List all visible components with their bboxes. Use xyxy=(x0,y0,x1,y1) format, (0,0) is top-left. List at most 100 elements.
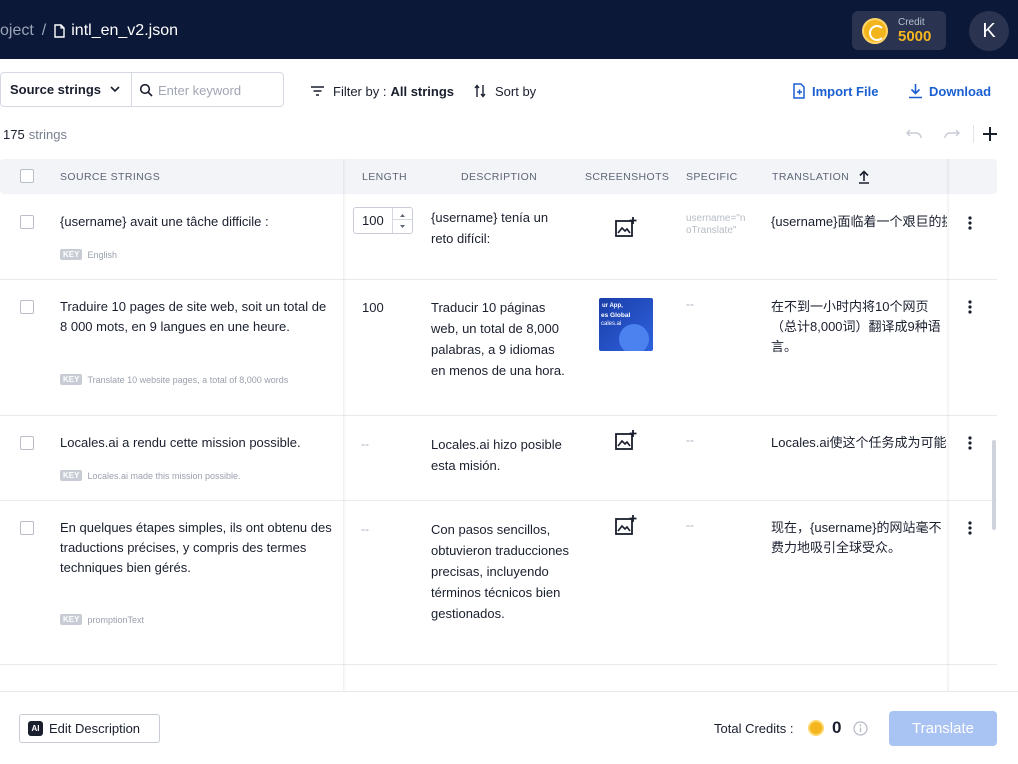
column-shadow xyxy=(343,159,346,691)
description-text[interactable]: Traducir 10 páginas web, un total de 8,0… xyxy=(431,297,571,381)
description-text[interactable]: Con pasos sencillos, obtuvieron traducci… xyxy=(431,519,571,624)
filter-button[interactable]: Filter by : All strings xyxy=(310,82,454,100)
translation-text[interactable]: {username}面临着一个艰巨的挑战： xyxy=(771,212,947,232)
sort-upload-icon[interactable] xyxy=(858,170,870,184)
key-label: KEY English xyxy=(60,249,117,260)
filter-label: Filter by : xyxy=(333,83,387,99)
add-image-icon[interactable] xyxy=(614,216,638,238)
length-stepper[interactable]: 100 xyxy=(353,207,413,234)
string-count-number: 175 xyxy=(3,127,25,142)
description-text[interactable]: Locales.ai hizo posible esta misión. xyxy=(431,434,571,476)
description-text[interactable]: {username} tenía un reto difícil: xyxy=(431,207,571,249)
import-file-button[interactable]: Import File xyxy=(792,82,878,100)
credit-label: Credit xyxy=(898,17,925,28)
credit-box[interactable]: Credit 5000 xyxy=(852,11,946,50)
length-value[interactable]: 100 xyxy=(362,213,384,228)
edit-description-button[interactable]: AI Edit Description xyxy=(19,714,160,743)
more-vertical-icon[interactable] xyxy=(966,435,974,451)
top-bar: oject / intl_en_v2.json Credit 5000 K xyxy=(0,0,1018,59)
caret-down-icon xyxy=(400,225,405,228)
specific-value: username="noTranslate" xyxy=(686,213,746,236)
redo-icon[interactable] xyxy=(943,127,961,141)
avatar[interactable]: K xyxy=(969,11,1009,51)
length-value[interactable]: -- xyxy=(361,522,369,536)
coin-icon xyxy=(808,720,824,736)
more-vertical-icon[interactable] xyxy=(966,215,974,231)
select-all-checkbox[interactable] xyxy=(20,169,34,183)
key-tag: KEY xyxy=(60,614,83,625)
total-credits-value: 0 xyxy=(832,718,842,737)
stepper-up-button[interactable] xyxy=(393,208,412,220)
translate-button[interactable]: Translate xyxy=(889,711,997,746)
search-input[interactable]: Enter keyword xyxy=(158,83,241,98)
translation-text[interactable]: 在不到一小时内将10个网页（总计8,000词）翻译成9种语言。 xyxy=(771,297,947,357)
breadcrumb-project[interactable]: oject xyxy=(0,22,34,40)
translation-text[interactable]: 现在，{username}的网站毫不费力地吸引全球受众。 xyxy=(771,518,947,558)
screenshot-thumbnail[interactable]: ur App, es Global cales.ai xyxy=(599,298,653,351)
specific-value: -- xyxy=(686,518,694,532)
string-count-word: strings xyxy=(28,127,67,142)
key-label: KEY Locales.ai made this mission possible… xyxy=(60,470,241,481)
length-value[interactable]: -- xyxy=(361,437,369,451)
download-button[interactable]: Download xyxy=(908,82,991,100)
download-icon xyxy=(909,84,922,99)
more-vertical-icon[interactable] xyxy=(966,299,974,315)
file-name: intl_en_v2.json xyxy=(71,22,178,39)
table-header: SOURCE STRINGS LENGTH DESCRIPTION SCREEN… xyxy=(0,159,997,194)
import-icon xyxy=(793,83,805,99)
key-value: Translate 10 website pages, a total of 8… xyxy=(87,374,289,385)
key-value: English xyxy=(87,249,117,260)
import-file-label: Import File xyxy=(812,83,879,99)
translation-text[interactable]: Locales.ai使这个任务成为可能。 xyxy=(771,433,947,453)
coin-icon xyxy=(862,18,888,44)
undo-icon[interactable] xyxy=(905,127,923,141)
thumbnail-text-line: es Global xyxy=(601,312,631,319)
row-divider xyxy=(0,664,997,665)
row-checkbox[interactable] xyxy=(20,300,34,314)
column-header-specific: SPECIFIC xyxy=(686,171,738,183)
info-icon[interactable] xyxy=(853,721,868,736)
source-string[interactable]: En quelques étapes simples, ils ont obte… xyxy=(60,518,332,578)
sort-icon xyxy=(474,84,486,98)
breadcrumb-separator: / xyxy=(41,22,47,39)
key-label: KEY Translate 10 website pages, a total o… xyxy=(60,374,288,385)
source-select[interactable]: Source strings xyxy=(10,82,101,97)
row-checkbox[interactable] xyxy=(20,521,34,535)
credit-value: 5000 xyxy=(898,28,932,45)
key-label: KEY promptionText xyxy=(60,614,144,625)
sort-button[interactable]: Sort by xyxy=(474,82,536,100)
length-value[interactable]: 100 xyxy=(362,300,384,315)
column-header-translation[interactable]: TRANSLATION xyxy=(772,171,849,183)
divider xyxy=(131,73,132,106)
sort-label: Sort by xyxy=(495,83,537,99)
row-divider xyxy=(0,415,997,416)
column-header-length: LENGTH xyxy=(362,171,407,183)
filter-value: All strings xyxy=(390,83,455,99)
divider xyxy=(973,125,974,143)
source-string[interactable]: {username} avait une tâche difficile : xyxy=(60,212,332,232)
stepper-down-button[interactable] xyxy=(393,220,412,232)
column-shadow xyxy=(946,159,949,691)
edit-description-label: Edit Description xyxy=(49,721,141,736)
row-checkbox[interactable] xyxy=(20,436,34,450)
breadcrumb: oject / intl_en_v2.json xyxy=(0,21,178,41)
thumbnail-text-line: cales.ai xyxy=(601,321,622,327)
vertical-scrollbar[interactable] xyxy=(992,440,996,530)
thumbnail-text-line: ur App, xyxy=(602,303,623,309)
source-string[interactable]: Locales.ai a rendu cette mission possibl… xyxy=(60,433,332,453)
add-icon[interactable] xyxy=(982,126,998,142)
download-label: Download xyxy=(929,83,992,99)
specific-value: -- xyxy=(686,433,694,447)
more-vertical-icon[interactable] xyxy=(966,520,974,536)
row-divider xyxy=(0,279,997,280)
row-checkbox[interactable] xyxy=(20,215,34,229)
ai-icon: AI xyxy=(28,721,43,736)
column-header-source: SOURCE STRINGS xyxy=(60,171,161,183)
chevron-down-icon[interactable] xyxy=(109,83,121,95)
key-tag: KEY xyxy=(60,470,83,481)
source-string[interactable]: Traduire 10 pages de site web, soit un t… xyxy=(60,297,332,337)
column-header-screenshots: SCREENSHOTS xyxy=(585,171,670,183)
file-icon xyxy=(54,24,65,38)
add-image-icon[interactable] xyxy=(614,429,638,451)
add-image-icon[interactable] xyxy=(614,514,638,536)
